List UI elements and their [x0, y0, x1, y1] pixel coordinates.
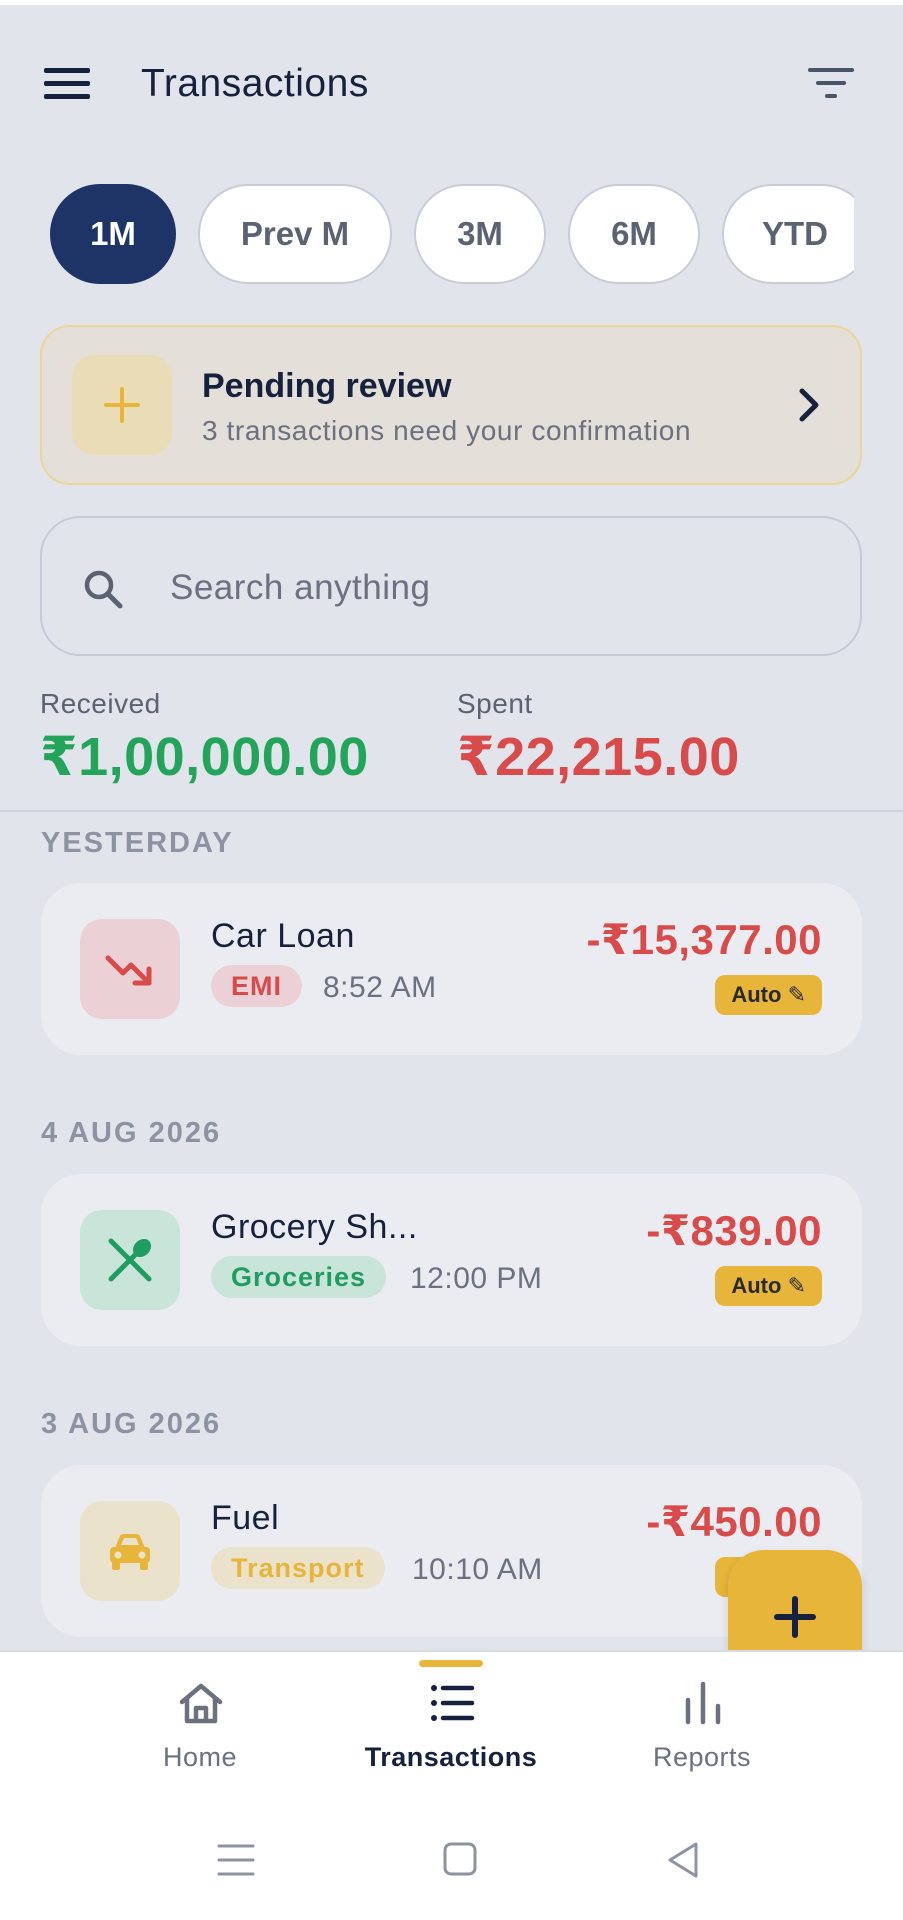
- period-chip-6m[interactable]: 6M: [568, 184, 700, 284]
- period-chip-ytd[interactable]: YTD: [722, 184, 854, 284]
- system-navigation-bar: [0, 1800, 903, 1920]
- back-triangle-icon[interactable]: [658, 1838, 708, 1882]
- date-header-yesterday: YESTERDAY: [41, 827, 234, 859]
- transaction-name: Grocery Sh...: [211, 1208, 418, 1246]
- page-title: Transactions: [141, 62, 369, 105]
- nav-label: Home: [162, 1742, 238, 1772]
- trending-down-icon: [80, 919, 180, 1019]
- transaction-car-loan[interactable]: Car Loan EMI 8:52 AM -₹15,377.00 Auto ✎: [41, 883, 862, 1055]
- utensils-icon: [80, 1210, 180, 1310]
- pending-review-subtitle: 3 transactions need your confirmation: [202, 415, 692, 446]
- date-header-4-aug: 4 AUG 2026: [41, 1117, 222, 1149]
- transaction-time: 8:52 AM: [323, 971, 437, 1004]
- period-chip-3m[interactable]: 3M: [414, 184, 546, 284]
- bottom-navigation: Home Transactions Reports: [0, 1650, 903, 1800]
- status-bar-edge: [0, 0, 903, 5]
- hamburger-menu-icon[interactable]: [44, 66, 92, 102]
- plus-icon: [72, 355, 172, 455]
- period-chip-prev-m[interactable]: Prev M: [198, 184, 392, 284]
- spent-amount: ₹22,215.00: [457, 727, 740, 787]
- nav-transactions[interactable]: Transactions: [341, 1652, 561, 1802]
- transaction-name: Car Loan: [211, 917, 355, 955]
- home-icon: [179, 1683, 223, 1724]
- nav-reports[interactable]: Reports: [592, 1652, 812, 1802]
- category-tag: EMI: [211, 965, 303, 1007]
- nav-home[interactable]: Home: [90, 1652, 310, 1802]
- active-tab-indicator: [419, 1660, 483, 1667]
- nav-label: Transactions: [364, 1742, 538, 1772]
- recent-apps-icon[interactable]: [211, 1838, 261, 1882]
- pending-review-title: Pending review: [202, 367, 452, 405]
- filter-icon[interactable]: [806, 64, 858, 104]
- app-header: Transactions: [0, 40, 903, 130]
- transaction-grocery[interactable]: Grocery Sh... Groceries 12:00 PM -₹839.0…: [41, 1174, 862, 1346]
- bar-chart-icon: [685, 1681, 721, 1725]
- list-icon: [431, 1685, 475, 1721]
- search-input[interactable]: [170, 556, 830, 620]
- category-tag: Transport: [211, 1547, 385, 1589]
- transaction-name: Fuel: [211, 1499, 280, 1537]
- transaction-time: 10:10 AM: [412, 1553, 543, 1586]
- date-header-3-aug: 3 AUG 2026: [41, 1408, 222, 1440]
- transaction-amount: -₹839.00: [646, 1207, 822, 1254]
- period-selector: 1M Prev M 3M 6M YTD: [0, 184, 854, 286]
- transaction-amount: -₹450.00: [646, 1498, 822, 1545]
- received-label: Received: [40, 688, 161, 719]
- transaction-time: 12:00 PM: [410, 1262, 543, 1295]
- search-bar: [40, 516, 862, 656]
- car-icon: [80, 1501, 180, 1601]
- home-square-icon[interactable]: [435, 1838, 485, 1882]
- chevron-right-icon: [799, 388, 819, 422]
- transaction-list[interactable]: YESTERDAY Car Loan EMI 8:52 AM -₹15,377.…: [0, 812, 903, 1650]
- pending-review-banner[interactable]: Pending review 3 transactions need your …: [40, 325, 862, 485]
- period-chip-1m[interactable]: 1M: [50, 184, 176, 284]
- category-tag: Groceries: [211, 1256, 387, 1298]
- spent-label: Spent: [457, 688, 533, 719]
- auto-badge[interactable]: Auto ✎: [715, 1266, 822, 1306]
- transaction-amount: -₹15,377.00: [586, 916, 822, 963]
- auto-badge[interactable]: Auto ✎: [715, 975, 822, 1015]
- nav-label: Reports: [652, 1742, 752, 1772]
- search-icon: [84, 570, 123, 609]
- received-amount: ₹1,00,000.00: [40, 727, 369, 787]
